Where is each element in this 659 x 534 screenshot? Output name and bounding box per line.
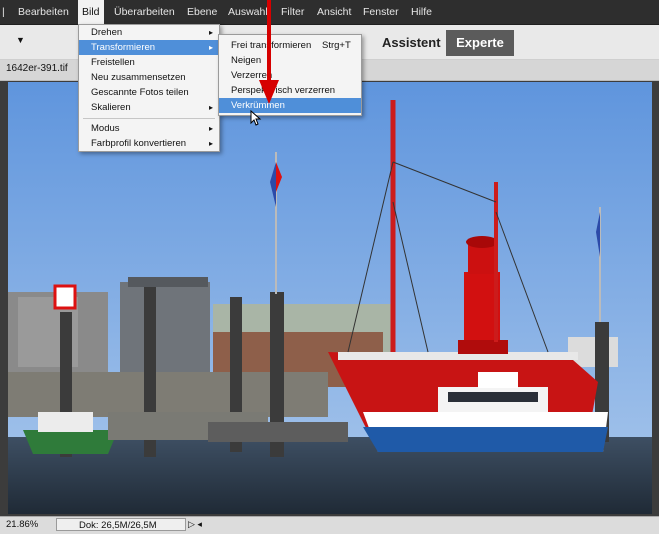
menu-item-perspektivisch-verzerren[interactable]: Perspektivisch verzerren [219, 83, 361, 98]
transformieren-submenu: Frei transformieren Strg+T Neigen Verzer… [218, 34, 362, 116]
menu-item-label: Perspektivisch verzerren [231, 85, 336, 96]
document-size[interactable]: Dok: 26,5M/26,5M [56, 518, 186, 531]
menu-item-label: Farbprofil konvertieren [91, 138, 187, 149]
menu-item-label: Drehen [91, 27, 123, 38]
menu-item-label: Modus [91, 123, 120, 134]
menu-hilfe[interactable]: Hilfe [407, 0, 436, 24]
document-tab[interactable]: 1642er-391.tif [6, 63, 68, 74]
menu-filter[interactable]: Filter [277, 0, 308, 24]
menu-item-farbprofil[interactable]: Farbprofil konvertieren ▸ [79, 136, 219, 151]
dropdown-arrow-icon[interactable]: ▼ [16, 35, 25, 45]
mode-experte-button[interactable]: Experte [446, 30, 514, 56]
menu-item-label: Gescannte Fotos teilen [91, 87, 189, 98]
menu-item-verzerren[interactable]: Verzerren [219, 68, 361, 83]
menu-item-neu-zusammensetzen[interactable]: Neu zusammensetzen [79, 70, 219, 85]
menu-bar: | Bearbeiten Bild Überarbeiten Ebene Aus… [0, 0, 659, 25]
menu-item-modus[interactable]: Modus ▸ [79, 121, 219, 136]
menu-separator [83, 118, 215, 119]
menu-ebene[interactable]: Ebene [183, 0, 221, 24]
menu-ansicht[interactable]: Ansicht [313, 0, 355, 24]
status-nav-arrows[interactable]: ▷ ◂ [188, 519, 202, 530]
menu-edge: | [2, 6, 5, 18]
menu-item-label: Skalieren [91, 102, 131, 113]
submenu-arrow-icon: ▸ [208, 139, 213, 148]
menu-ueberarbeiten[interactable]: Überarbeiten [110, 0, 179, 24]
annotation-arrow-icon [259, 0, 279, 104]
menu-item-verkruemmen[interactable]: Verkrümmen [219, 98, 361, 113]
menu-item-freistellen[interactable]: Freistellen [79, 55, 219, 70]
menu-item-frei-transformieren[interactable]: Frei transformieren Strg+T [219, 38, 361, 53]
menu-item-skalieren[interactable]: Skalieren ▸ [79, 100, 219, 115]
menu-item-label: Freistellen [91, 57, 135, 68]
menu-item-label: Neu zusammensetzen [91, 72, 186, 83]
menu-item-drehen[interactable]: Drehen ▸ [79, 25, 219, 40]
menu-item-label: Transformieren [91, 42, 156, 53]
mouse-cursor-icon [250, 110, 262, 126]
submenu-arrow-icon: ▸ [208, 103, 213, 112]
menu-item-shortcut: Strg+T [322, 40, 351, 51]
menu-fenster[interactable]: Fenster [359, 0, 403, 24]
menu-bild[interactable]: Bild [78, 0, 104, 24]
submenu-arrow-icon: ▸ [208, 43, 213, 52]
mode-assistent-button[interactable]: Assistent [376, 32, 447, 54]
bild-menu: Drehen ▸ Transformieren ▸ Freistellen Ne… [78, 24, 220, 152]
menu-item-transformieren[interactable]: Transformieren ▸ [79, 40, 219, 55]
menu-item-neigen[interactable]: Neigen [219, 53, 361, 68]
submenu-arrow-icon: ▸ [208, 124, 213, 133]
menu-bearbeiten[interactable]: Bearbeiten [14, 0, 73, 24]
menu-item-gescannte-fotos[interactable]: Gescannte Fotos teilen [79, 85, 219, 100]
zoom-level: 21.86% [6, 519, 39, 530]
status-bar: 21.86% Dok: 26,5M/26,5M ▷ ◂ [0, 516, 659, 534]
submenu-arrow-icon: ▸ [208, 28, 213, 37]
